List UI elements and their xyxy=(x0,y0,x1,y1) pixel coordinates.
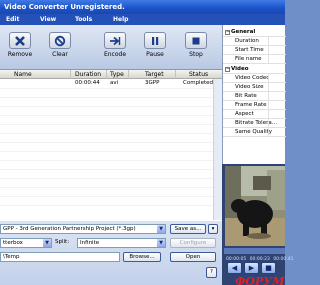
table-row[interactable]: 00:00:44 avi 3GPP Completed xyxy=(0,80,222,88)
collapse-icon[interactable]: − xyxy=(225,67,230,72)
split-select[interactable]: Infinite ▼ xyxy=(77,238,166,248)
output-folder-field[interactable]: \Temp xyxy=(0,252,120,262)
column-status[interactable]: Status xyxy=(189,71,208,78)
remove-label: Remove xyxy=(7,51,33,58)
stop-icon xyxy=(185,32,207,49)
browse-label: Browse... xyxy=(129,254,155,260)
property-row: File name xyxy=(223,55,286,64)
property-row: Video Codec xyxy=(223,74,286,83)
property-row: Bitrate Tolera... xyxy=(223,119,286,128)
stop-label: Stop xyxy=(189,51,203,58)
output-settings-panel: GPP - 3rd Generation Partnership Project… xyxy=(0,221,222,285)
volume-button[interactable]: ◀ xyxy=(227,262,242,274)
file-list-scrollbar[interactable] xyxy=(213,79,222,220)
menu-tools[interactable]: Tools xyxy=(75,16,92,23)
property-video-size: Video Size xyxy=(235,84,264,90)
volume-icon: ◀ xyxy=(231,264,238,272)
open-button[interactable]: Open xyxy=(170,252,216,262)
property-aspect: Aspect xyxy=(235,111,254,117)
file-list[interactable]: Name Duration Type Target Status 00:00:4… xyxy=(0,69,222,221)
property-row: Start Time xyxy=(223,46,286,55)
section-video[interactable]: − Video xyxy=(223,65,286,74)
remove-button[interactable]: Remove xyxy=(3,32,37,58)
menu-help[interactable]: Help xyxy=(113,16,128,23)
property-row: Same Quality xyxy=(223,128,286,137)
encode-button[interactable]: Encode xyxy=(98,32,132,58)
menu-edit[interactable]: Edit xyxy=(6,16,19,23)
output-folder-value: \Temp xyxy=(3,254,20,260)
properties-panel: − General Duration Start Time File name … xyxy=(222,25,286,164)
property-same-quality: Same Quality xyxy=(235,129,273,135)
stop-button[interactable]: Stop xyxy=(179,32,213,58)
column-name[interactable]: Name xyxy=(14,71,32,78)
timeline-label: 00:00:41 xyxy=(273,257,294,262)
pause-label: Pause xyxy=(146,51,164,58)
property-start-time: Start Time xyxy=(235,47,264,53)
window-title-bar: Video Converter Unregistered. xyxy=(0,0,285,14)
menu-bar: Edit View Tools Help xyxy=(0,14,285,25)
stop-preview-button[interactable]: ■ xyxy=(261,262,276,274)
play-button[interactable]: ▶ xyxy=(244,262,259,274)
property-row: Aspect xyxy=(223,110,286,119)
section-video-title: Video xyxy=(231,66,249,72)
open-label: Open xyxy=(185,254,201,260)
split-label: Split: xyxy=(55,239,70,245)
menu-view[interactable]: View xyxy=(40,16,56,23)
pause-icon xyxy=(144,32,166,49)
stop-icon: ■ xyxy=(265,264,272,272)
property-bit-rate: Bit Rate xyxy=(235,93,257,99)
help-button[interactable]: ? xyxy=(206,267,217,278)
remove-icon xyxy=(9,32,31,49)
property-row: Duration xyxy=(223,37,286,46)
configure-button[interactable]: Configure xyxy=(170,238,216,248)
row-duration: 00:00:44 xyxy=(75,80,100,86)
forum-watermark: ФОРУМ xyxy=(235,275,285,285)
seek-bar[interactable] xyxy=(224,248,285,254)
chevron-down-icon: ▼ xyxy=(43,239,51,247)
play-icon: ▶ xyxy=(248,264,255,272)
output-format-select[interactable]: GPP - 3rd Generation Partnership Project… xyxy=(0,224,166,234)
split-value: Infinite xyxy=(80,240,100,246)
property-video-codec: Video Codec xyxy=(235,75,270,81)
section-general-title: General xyxy=(231,29,256,35)
chevron-down-icon: ▼ xyxy=(157,225,165,233)
window-title: Video Converter Unregistered. xyxy=(4,3,125,11)
property-row: Video Size xyxy=(223,83,286,92)
chevron-down-icon: ▾ xyxy=(211,226,215,232)
row-target: 3GPP xyxy=(145,80,160,86)
clear-icon xyxy=(49,32,71,49)
property-frame-rate: Frame Rate xyxy=(235,102,267,108)
file-list-header: Name Duration Type Target Status xyxy=(0,70,222,79)
clear-label: Clear xyxy=(52,51,68,58)
property-row: Frame Rate xyxy=(223,101,286,110)
pause-button[interactable]: Pause xyxy=(138,32,172,58)
save-as-label: Save as... xyxy=(174,226,202,232)
clear-button[interactable]: Clear xyxy=(43,32,77,58)
encode-label: Encode xyxy=(103,51,127,58)
section-general[interactable]: − General xyxy=(223,28,286,37)
property-file-name: File name xyxy=(235,56,262,62)
chevron-down-icon: ▼ xyxy=(157,239,165,247)
video-preview xyxy=(225,166,285,246)
collapse-icon[interactable]: − xyxy=(225,30,230,35)
save-as-dropdown-button[interactable]: ▾ xyxy=(208,224,218,234)
save-as-button[interactable]: Save as... xyxy=(170,224,206,234)
preview-panel: 00:00:05 00:00:23 00:00:41 ◀ ▶ ■ xyxy=(222,164,294,285)
row-type: avi xyxy=(110,80,119,86)
property-bitrate-tolerance: Bitrate Tolera... xyxy=(235,120,277,126)
browse-button[interactable]: Browse... xyxy=(123,252,161,262)
profile-select[interactable]: tterbox ▼ xyxy=(0,238,52,248)
property-duration: Duration xyxy=(235,38,259,44)
row-status: Completed xyxy=(183,80,213,86)
output-format-value: GPP - 3rd Generation Partnership Project… xyxy=(3,226,136,232)
property-row: Bit Rate xyxy=(223,92,286,101)
toolbar: Remove Clear Encode Pause Stop xyxy=(0,25,222,69)
encode-icon xyxy=(104,32,126,49)
column-duration[interactable]: Duration xyxy=(75,71,101,78)
profile-value: tterbox xyxy=(3,240,23,246)
column-target[interactable]: Target xyxy=(145,71,164,78)
help-icon: ? xyxy=(210,269,213,275)
configure-label: Configure xyxy=(179,240,207,246)
column-type[interactable]: Type xyxy=(110,71,124,78)
